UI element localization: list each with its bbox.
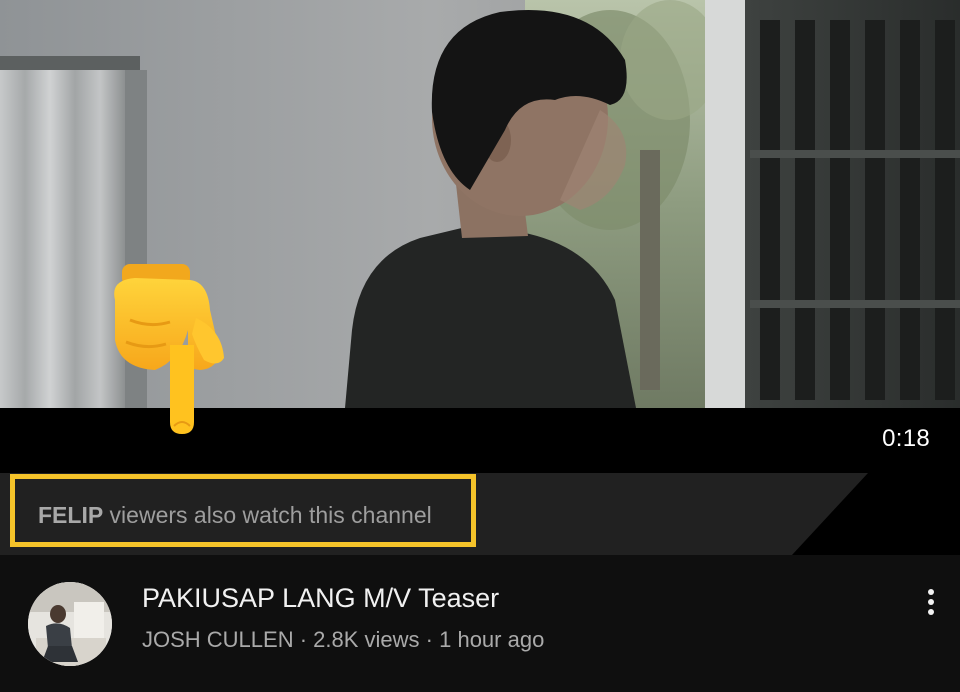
backhand-index-pointing-down-icon [100,250,240,440]
vertical-ellipsis-icon [928,589,934,595]
related-channel-banner: FELIP viewers also watch this channel [0,473,960,555]
meta-separator: · [293,627,314,652]
video-info-row[interactable]: PAKIUSAP LANG M/V Teaser JOSH CULLEN · 2… [0,555,960,692]
related-channel-label[interactable]: FELIP viewers also watch this channel [38,502,432,529]
video-metadata: JOSH CULLEN · 2.8K views · 1 hour ago [142,627,544,653]
related-channel-suffix: viewers also watch this channel [103,502,432,528]
video-duration: 0:18 [882,425,930,452]
channel-name[interactable]: JOSH CULLEN [142,627,294,652]
view-count: 2.8K views [313,627,420,652]
ellipsis-dot [928,609,934,615]
upload-age: 1 hour ago [439,627,545,652]
meta-separator: · [419,627,440,652]
channel-avatar[interactable] [28,582,112,666]
related-channel-name: FELIP [38,502,104,528]
more-options-button[interactable] [916,585,946,619]
youtube-screen: 0:18 FELIP viewers also watch this chann… [0,0,960,692]
ellipsis-dot [928,599,934,605]
video-title[interactable]: PAKIUSAP LANG M/V Teaser [142,583,499,614]
